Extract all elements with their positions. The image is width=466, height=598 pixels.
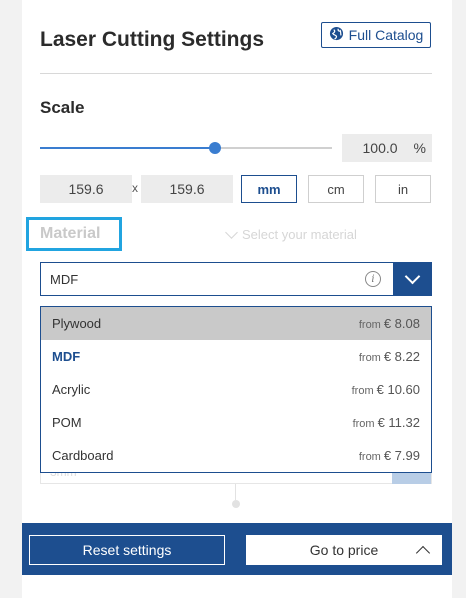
option-price: from € 8.22 [359, 349, 420, 364]
material-option-pom[interactable]: POM from € 11.32 [41, 406, 431, 439]
material-select[interactable]: MDF i [40, 262, 432, 296]
option-price-prefix: from [358, 352, 381, 364]
option-name: MDF [52, 349, 81, 364]
option-price: from € 7.99 [359, 448, 420, 463]
material-option-cardboard[interactable]: Cardboard from € 7.99 [41, 439, 431, 472]
material-select-value: MDF [50, 272, 79, 287]
unit-in-button[interactable]: in [375, 175, 431, 203]
option-price-prefix: from [358, 319, 381, 331]
option-price-value: € 7.99 [383, 448, 420, 463]
option-price-value: € 8.22 [383, 349, 420, 364]
option-name: Plywood [52, 316, 102, 331]
material-hint-text: Select your material [242, 227, 357, 242]
step-dot [232, 500, 240, 508]
chevron-down-icon [404, 268, 421, 285]
option-price-value: € 11.32 [377, 415, 420, 430]
scale-heading: Scale [40, 98, 85, 117]
option-price: from € 11.32 [353, 415, 420, 430]
scale-slider[interactable] [40, 140, 332, 156]
option-price-prefix: from [351, 385, 374, 397]
option-price-prefix: from [358, 451, 381, 463]
option-price-value: € 8.08 [383, 316, 420, 331]
unit-cm-button[interactable]: cm [308, 175, 364, 203]
height-input[interactable]: 159.6 [141, 175, 233, 203]
divider [40, 73, 432, 74]
chevron-down-icon [225, 226, 238, 239]
option-price-prefix: from [352, 418, 375, 430]
scale-value-input[interactable]: 100.0 % [342, 134, 432, 162]
option-name: POM [52, 415, 82, 430]
option-price: from € 8.08 [359, 316, 420, 331]
info-icon[interactable]: i [365, 271, 381, 287]
slider-thumb[interactable] [209, 142, 222, 154]
dimension-separator: x [132, 181, 138, 195]
material-option-acrylic[interactable]: Acrylic from € 10.60 [41, 373, 431, 406]
go-to-price-button[interactable]: Go to price [246, 535, 442, 565]
material-option-plywood[interactable]: Plywood from € 8.08 [41, 307, 431, 340]
step-connector [235, 484, 236, 500]
full-catalog-button[interactable]: Full Catalog [321, 22, 431, 48]
full-catalog-label: Full Catalog [348, 27, 424, 43]
settings-panel: Laser Cutting Settings Full Catalog Scal… [22, 0, 452, 598]
material-dropdown-list: Plywood from € 8.08 MDF from € 8.22 Acryli… [40, 306, 432, 473]
chevron-up-icon [415, 545, 431, 561]
option-price-value: € 10.60 [376, 382, 420, 397]
option-name: Cardboard [52, 448, 114, 463]
material-option-mdf[interactable]: MDF from € 8.22 [41, 340, 431, 373]
page-title: Laser Cutting Settings [40, 28, 265, 51]
option-price: from € 10.60 [352, 382, 420, 397]
scale-value: 100.0 [362, 140, 398, 156]
material-dropdown-toggle[interactable] [393, 262, 432, 296]
width-input[interactable]: 159.6 [40, 175, 132, 203]
material-heading: Material [26, 217, 122, 251]
go-to-price-label: Go to price [309, 542, 379, 558]
option-name: Acrylic [52, 382, 91, 397]
footer-bar: Reset settings Go to price [22, 523, 452, 575]
globe-icon [329, 26, 344, 44]
slider-fill [40, 147, 216, 149]
unit-mm-button[interactable]: mm [241, 175, 297, 203]
scale-unit: % [413, 140, 426, 156]
reset-settings-button[interactable]: Reset settings [29, 535, 225, 565]
material-hint: Select your material [225, 226, 357, 242]
